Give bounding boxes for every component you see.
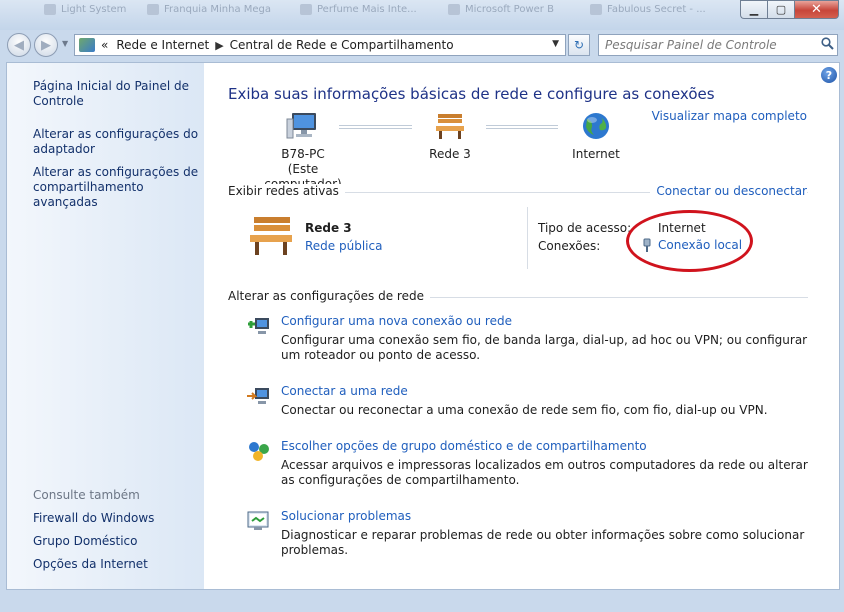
connections-label: Conexões: <box>538 239 601 253</box>
globe-icon <box>583 113 609 139</box>
minimize-button[interactable]: ▁ <box>740 0 767 19</box>
breadcrumb-central-rede[interactable]: Central de Rede e Compartilhamento <box>230 38 454 52</box>
refresh-icon: ↻ <box>573 38 585 52</box>
active-networks-heading: Exibir redes ativas <box>228 184 345 198</box>
task-description: Conectar ou reconectar a uma conexão de … <box>281 403 768 417</box>
sidebar: Página Inicial do Painel de Controle Alt… <box>7 63 204 589</box>
internet-label: Internet <box>572 147 620 161</box>
network-type-link[interactable]: Rede pública <box>305 239 382 253</box>
access-type-label: Tipo de acesso: <box>538 221 632 235</box>
app-icon <box>300 3 312 15</box>
highlight-ellipse <box>626 210 753 272</box>
maximize-button[interactable]: ▢ <box>767 0 794 19</box>
sidebar-link-adapter-settings[interactable]: Alterar as configurações do adaptador <box>33 127 203 157</box>
map-connector <box>339 125 412 129</box>
troubleshoot-icon <box>247 511 269 530</box>
page-title: Exiba suas informações básicas de rede e… <box>228 85 715 103</box>
computer-name: B78-PC <box>281 147 325 161</box>
ghost-tab: Franquia Minha Mega <box>147 2 271 16</box>
window-controls: ▁ ▢ ✕ <box>740 0 839 19</box>
breadcrumb-overflow[interactable]: « <box>101 38 108 52</box>
connect-to-network-link[interactable]: Conectar a uma rede <box>281 384 408 398</box>
sidebar-link-advanced-sharing[interactable]: Alterar as configurações de compartilham… <box>33 165 203 210</box>
new-connection-icon <box>248 318 269 334</box>
forward-arrow-icon: ▶ <box>41 37 51 53</box>
close-button[interactable]: ✕ <box>794 0 839 19</box>
connect-network-icon <box>247 388 269 404</box>
network-name: Rede 3 <box>429 147 471 161</box>
search-box <box>598 34 838 56</box>
computer-icon <box>286 113 316 139</box>
app-icon <box>147 3 159 15</box>
task-description: Acessar arquivos e impressoras localizad… <box>281 458 808 487</box>
sidebar-link-firewall[interactable]: Firewall do Windows <box>33 511 203 526</box>
homegroup-sharing-link[interactable]: Escolher opções de grupo doméstico e de … <box>281 439 647 453</box>
recent-pages-button[interactable]: ▼ <box>62 39 72 51</box>
task-description: Configurar uma conexão sem fio, de banda… <box>281 333 808 362</box>
ghost-tab: Light System <box>44 2 126 16</box>
setup-new-connection-link[interactable]: Configurar uma nova conexão ou rede <box>281 314 512 328</box>
sidebar-link-internet-options[interactable]: Opções da Internet <box>33 557 203 572</box>
search-input[interactable] <box>605 36 817 54</box>
ghost-tab: Perfume Mais Inte... <box>300 2 417 16</box>
troubleshoot-link[interactable]: Solucionar problemas <box>281 509 411 523</box>
refresh-button[interactable]: ↻ <box>568 34 590 56</box>
address-bar[interactable]: « Rede e Internet ▶ Central de Rede e Co… <box>74 34 566 56</box>
main-content: Exiba suas informações básicas de rede e… <box>228 63 818 589</box>
back-button[interactable]: ◀ <box>7 33 31 57</box>
task-description: Diagnosticar e reparar problemas de rede… <box>281 528 805 557</box>
change-settings-heading: Alterar as configurações de rede <box>228 289 430 303</box>
client-area: Página Inicial do Painel de Controle Alt… <box>6 62 840 590</box>
breadcrumb-rede-internet[interactable]: Rede e Internet <box>116 38 209 52</box>
control-panel-icon <box>79 38 95 52</box>
map-network-node[interactable]: Rede 3 <box>415 111 485 162</box>
see-also-heading: Consulte também <box>33 488 140 502</box>
bench-icon <box>250 217 292 255</box>
app-icon <box>448 3 460 15</box>
back-arrow-icon: ◀ <box>14 37 24 53</box>
chevron-right-icon[interactable]: ▶ <box>215 39 223 52</box>
forward-button[interactable]: ▶ <box>34 33 58 57</box>
view-full-map-link[interactable]: Visualizar mapa completo <box>652 109 807 123</box>
ghost-tab: Microsoft Power B <box>448 2 554 16</box>
vertical-divider <box>527 207 528 269</box>
title-bar: Light System Franquia Minha Mega Perfume… <box>0 0 844 30</box>
navigation-bar: ◀ ▶ ▼ « Rede e Internet ▶ Central de Red… <box>0 30 844 60</box>
address-dropdown-button[interactable]: ▼ <box>552 39 559 49</box>
bench-icon <box>436 114 464 139</box>
sidebar-link-home[interactable]: Página Inicial do Painel de Controle <box>33 79 203 109</box>
map-computer-node[interactable]: B78-PC (Este computador) <box>248 111 358 192</box>
search-icon[interactable] <box>817 37 837 53</box>
active-network-name: Rede 3 <box>305 221 352 235</box>
app-icon <box>590 3 602 15</box>
homegroup-icon <box>249 442 269 461</box>
help-icon[interactable]: ? <box>821 67 837 83</box>
app-icon <box>44 3 56 15</box>
map-connector <box>486 125 558 129</box>
connect-disconnect-link[interactable]: Conectar ou desconectar <box>650 184 807 198</box>
sidebar-link-homegroup[interactable]: Grupo Doméstico <box>33 534 203 549</box>
map-internet-node[interactable]: Internet <box>561 111 631 162</box>
ghost-tab: Fabulous Secret - ... <box>590 2 706 16</box>
